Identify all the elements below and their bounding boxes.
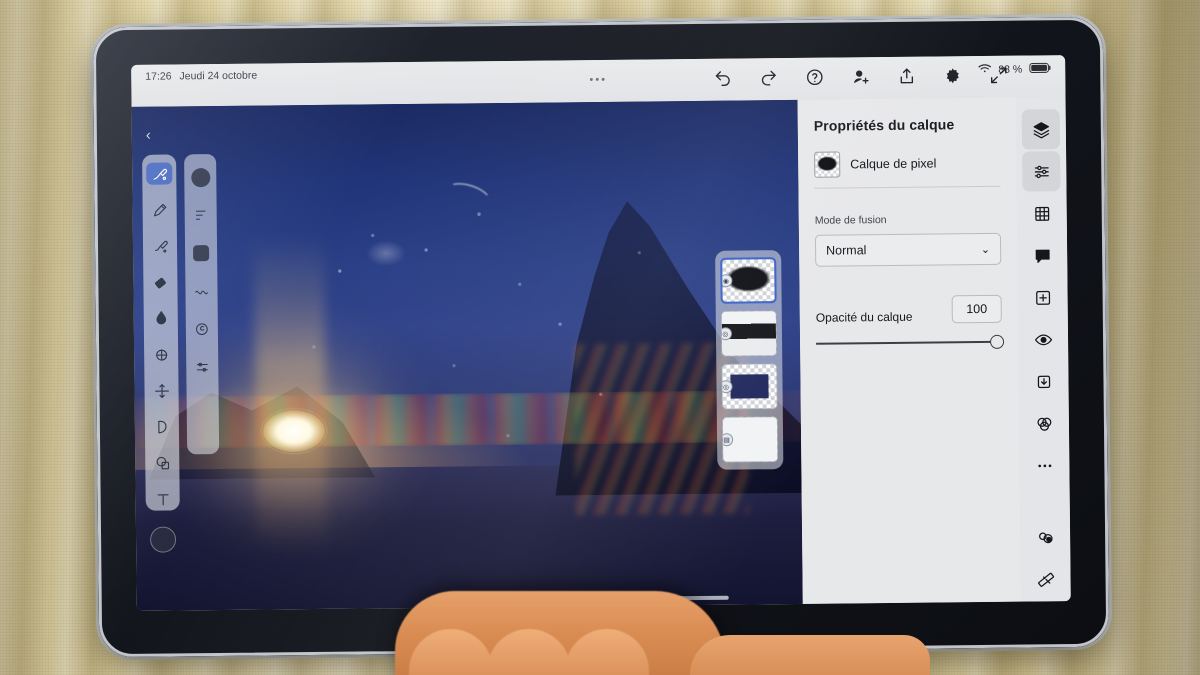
blend-mode-select[interactable]: Normal ⌄ [814,232,1002,267]
opacity-label: Opacité du calque [815,309,913,325]
lens-flare-vertical [253,235,327,550]
current-layer-thumbnail [814,151,841,178]
round-brush-option[interactable] [189,166,211,188]
pixel-brush-tool[interactable] [146,162,173,185]
brush-size-option[interactable] [190,204,212,226]
import-icon[interactable] [1024,361,1062,401]
text-tool[interactable] [150,488,176,510]
hand-second [690,635,930,675]
finger-2 [487,629,571,675]
opacity-input[interactable]: 100 [951,294,1002,324]
pencil-tool[interactable] [147,199,173,221]
battery-icon [1029,60,1051,78]
opacity-row: Opacité du calque 100 [815,294,1002,325]
status-date: Jeudi 24 octobre [179,69,258,83]
top-toolbar-icons [711,64,1009,89]
ios-status-left: 17:26 Jeudi 24 octobre [145,70,257,83]
blend-mode-value: Normal [826,243,867,258]
opacity-slider-track [816,340,1003,345]
blend-circles-icon[interactable] [1025,403,1063,443]
right-icon-rail [1015,97,1071,602]
smudge-tool[interactable] [148,307,174,329]
help-icon[interactable] [803,66,825,88]
tablet-screen: 17:26 Jeudi 24 octobre 88 % ••• ‹ ◉ ◎ ◎ … [131,55,1071,611]
selection-tool[interactable] [149,416,175,438]
spiral-option[interactable] [191,318,213,340]
opacity-slider-knob[interactable] [989,334,1005,349]
blend-mode-label: Mode de fusion [814,214,887,227]
comment-icon[interactable] [1023,235,1061,275]
current-layer-name: Calque de pixel [850,156,937,172]
photo-artwork [131,99,803,611]
status-time: 17:26 [145,70,172,83]
sun [261,408,326,454]
expand-icon[interactable] [987,64,1009,86]
panel-drag-handle[interactable]: ••• [589,74,607,86]
finger-1 [409,629,493,675]
adjustments-icon[interactable] [1022,151,1061,192]
layer-properties-panel: Propriétés du calque Calque de pixel Mod… [797,97,1021,604]
square-brush-option[interactable] [190,242,212,264]
layer-thumbnail-3[interactable]: ◎ [721,363,778,410]
panel-title: Propriétés du calque [813,116,955,134]
ruler-icon[interactable] [1026,559,1064,599]
layers-panel-icon[interactable] [1021,109,1061,150]
active-color-swatch[interactable] [149,526,177,553]
layer-thumbnail-2[interactable]: ◎ [720,310,778,357]
add-layer-icon[interactable] [1023,277,1061,317]
redo-icon[interactable] [757,66,779,88]
floating-layers-panel: ◉ ◎ ◎ ▤ [715,250,784,470]
finger-3 [565,629,649,675]
canvas-area[interactable]: ‹ ◉ ◎ ◎ ▤ [131,99,803,611]
layer-thumbnail-1[interactable]: ◉ [720,257,777,304]
combine-shapes-icon[interactable] [1026,517,1064,557]
chevron-down-icon: ⌄ [980,243,991,256]
layer-thumbnail-4[interactable]: ▤ [721,416,779,463]
eraser-tool[interactable] [147,271,173,293]
back-arrow-icon[interactable]: ‹ [146,127,151,144]
screen-smudge-blob [366,240,407,267]
transform-tool[interactable] [148,380,174,402]
blur-tool[interactable] [148,343,174,365]
current-layer-row[interactable]: Calque de pixel [814,149,1001,189]
share-icon[interactable] [895,65,917,87]
shape-tool[interactable] [149,452,175,474]
undo-icon[interactable] [711,67,733,89]
tablet-device: 17:26 Jeudi 24 octobre 88 % ••• ‹ ◉ ◎ ◎ … [92,16,1110,658]
paint-brush-tool[interactable] [147,235,173,257]
hand-holding-tablet [395,591,725,675]
settings-gear-icon[interactable] [941,64,963,86]
add-person-icon[interactable] [849,65,871,87]
wave-option[interactable] [190,280,212,302]
tool-options-column [184,154,220,455]
opacity-slider[interactable] [816,334,1005,351]
left-tool-column [142,154,180,511]
photo-scene: 17:26 Jeudi 24 octobre 88 % ••• ‹ ◉ ◎ ◎ … [0,0,1200,675]
more-options-icon[interactable] [1025,445,1063,485]
eye-visibility-icon[interactable] [1024,319,1062,359]
brush-settings-option[interactable] [191,356,213,378]
grid-icon[interactable] [1023,193,1061,233]
